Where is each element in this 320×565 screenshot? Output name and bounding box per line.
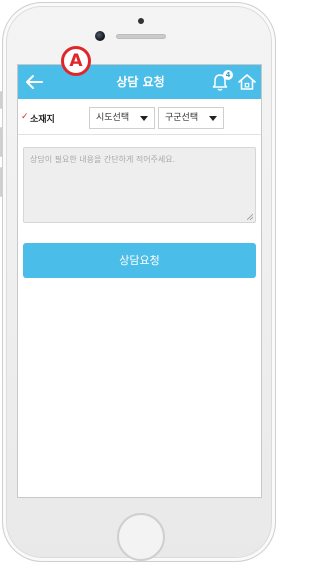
district-select-value: 구군선택 [165,113,199,123]
phone-camera-dot [138,18,144,24]
district-select[interactable]: 구군선택 [158,107,224,129]
phone-front-camera [95,31,105,41]
annotation-marker: A [61,46,91,76]
phone-side-button [0,91,3,109]
arrow-left-icon[interactable] [24,73,44,91]
app-screen: 상담 요청 4 ✓ 소재지 시도선택 구군선택 상담이 필요한 내용을 간단하게… [17,64,262,498]
message-textarea[interactable]: 상담이 필요한 내용을 간단하게 적어주세요. [23,147,256,223]
location-row: ✓ 소재지 시도선택 구군선택 [18,103,261,135]
chevron-down-icon [140,116,148,121]
phone-speaker [116,34,166,39]
phone-volume-down [0,167,3,197]
notification-badge: 4 [223,70,233,80]
home-icon[interactable] [237,72,257,92]
required-mark: ✓ [21,112,29,122]
submit-button[interactable]: 상담요청 [23,243,256,278]
province-select[interactable]: 시도선택 [89,107,155,129]
app-header: 상담 요청 4 [18,65,261,99]
location-label: 소재지 [30,115,55,125]
phone-volume-up [0,127,3,157]
province-select-value: 시도선택 [96,113,130,123]
chevron-down-icon [209,116,217,121]
page-title: 상담 요청 [116,75,165,89]
phone-home-button[interactable] [117,513,165,561]
resize-handle-icon[interactable] [247,214,253,220]
message-placeholder: 상담이 필요한 내용을 간단하게 적어주세요. [30,155,176,164]
